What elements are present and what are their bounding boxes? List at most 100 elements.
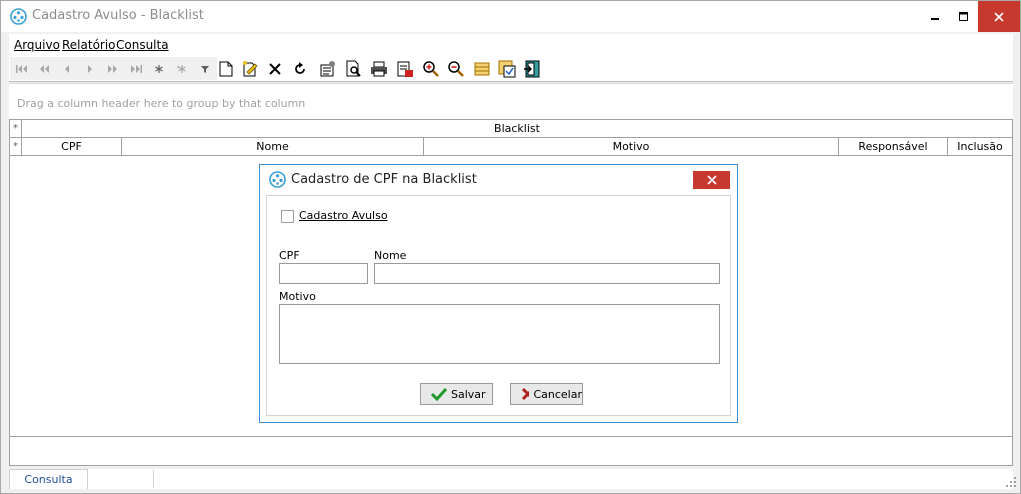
close-icon <box>994 11 1004 22</box>
cpf-label: CPF <box>279 249 300 262</box>
refresh-icon <box>295 62 305 74</box>
menu-consulta-label: Consulta <box>116 38 169 52</box>
resize-grip-icon[interactable] <box>1005 476 1017 488</box>
edit-button[interactable] <box>240 59 260 79</box>
footer-panel <box>9 437 1013 466</box>
column-header-inclusao[interactable]: Inclusão <box>948 138 1012 155</box>
main-window: Cadastro Avulso - Blacklist Arquivo Rela… <box>0 0 1021 494</box>
window-title: Cadastro Avulso - Blacklist <box>32 8 204 23</box>
group-by-panel[interactable]: Drag a column header here to group by th… <box>9 83 1013 119</box>
export-button[interactable] <box>395 59 415 79</box>
asterisk-icon <box>155 65 163 73</box>
menu-relatorio-label: Relatório <box>62 38 116 52</box>
next-page-button[interactable] <box>103 59 123 79</box>
close-icon <box>706 175 717 185</box>
select-columns-button[interactable] <box>497 59 517 79</box>
column-header-responsavel[interactable]: Responsável <box>839 138 948 155</box>
prior-page-button[interactable] <box>34 59 54 79</box>
filter-icon <box>201 66 209 73</box>
exit-door-icon <box>524 60 540 78</box>
properties-button[interactable] <box>318 59 338 79</box>
insert-record-button[interactable] <box>149 59 169 79</box>
toolbar <box>9 56 1013 81</box>
next-page-icon <box>108 65 117 73</box>
column-indicator-icon[interactable]: * <box>10 138 22 155</box>
motivo-label: Motivo <box>279 290 316 303</box>
motivo-textarea[interactable] <box>279 304 720 364</box>
dialog-app-icon <box>269 171 286 188</box>
menu-bar: Arquivo Relatório Consulta <box>9 34 1013 56</box>
dialog-title: Cadastro de CPF na Blacklist <box>291 172 477 187</box>
printer-icon <box>371 61 387 77</box>
menu-arquivo-label: Arquivo <box>14 38 60 52</box>
app-icon <box>10 8 27 25</box>
last-record-icon <box>131 65 142 73</box>
dialog-body: Cadastro Avulso CPF Nome Motivo Salvar C… <box>266 195 731 416</box>
zoom-out-button[interactable] <box>446 59 466 79</box>
nome-label: Nome <box>374 249 407 262</box>
band-indicator-icon[interactable]: * <box>10 120 22 137</box>
band-header-row: * Blacklist <box>10 120 1012 138</box>
maximize-button[interactable] <box>949 1 978 32</box>
table-icon <box>474 62 490 76</box>
cadastro-avulso-checkbox[interactable] <box>281 210 294 223</box>
group-by-hint: Drag a column header here to group by th… <box>17 97 306 110</box>
first-record-button[interactable] <box>12 59 32 79</box>
filter-button[interactable] <box>195 59 215 79</box>
next-record-icon <box>88 65 92 73</box>
tab-consulta[interactable]: Consulta <box>9 469 88 489</box>
preview-button[interactable] <box>344 59 364 79</box>
checkmark-icon <box>431 387 447 401</box>
properties-icon <box>320 61 335 77</box>
delete-button[interactable] <box>265 59 285 79</box>
print-button[interactable] <box>369 59 389 79</box>
last-record-button[interactable] <box>126 59 146 79</box>
first-record-icon <box>16 65 27 73</box>
column-header-cpf[interactable]: CPF <box>22 138 122 155</box>
cancel-x-icon <box>521 387 530 401</box>
new-document-icon <box>219 61 233 77</box>
columns-icon <box>498 60 516 78</box>
column-header-motivo[interactable]: Motivo <box>424 138 839 155</box>
cadastro-avulso-label[interactable]: Cadastro Avulso <box>299 209 388 222</box>
cancel-button-label: Cancelar <box>533 387 582 401</box>
next-record-button[interactable] <box>80 59 100 79</box>
column-header-nome[interactable]: Nome <box>122 138 424 155</box>
menu-arquivo[interactable]: Arquivo <box>14 38 60 52</box>
print-preview-icon <box>346 60 361 77</box>
tab-strip: Consulta <box>9 469 1013 489</box>
nome-field[interactable] <box>374 263 720 284</box>
maximize-icon <box>958 11 968 21</box>
blacklist-dialog: Cadastro de CPF na Blacklist Cadastro Av… <box>259 164 738 423</box>
save-button[interactable]: Salvar <box>420 383 493 405</box>
band-header[interactable]: Blacklist <box>22 120 1012 137</box>
prior-record-icon <box>65 65 69 73</box>
edit-document-icon <box>243 61 258 77</box>
refresh-button[interactable] <box>290 59 310 79</box>
toolbar-separator <box>9 81 1013 82</box>
zoom-in-button[interactable] <box>421 59 441 79</box>
cancel-button[interactable]: Cancelar <box>510 383 583 405</box>
menu-consulta[interactable]: Consulta <box>116 38 169 52</box>
append-asterisk-icon <box>177 65 186 73</box>
grid-options-button[interactable] <box>472 59 492 79</box>
cpf-field[interactable] <box>279 263 368 284</box>
new-button[interactable] <box>216 59 236 79</box>
prior-page-icon <box>40 65 49 73</box>
menu-relatorio[interactable]: Relatório <box>62 38 116 52</box>
minimize-icon <box>930 17 939 20</box>
column-header-row: * CPF Nome Motivo Responsável Inclusão <box>10 138 1012 156</box>
close-window-button[interactable] <box>978 1 1020 32</box>
title-bar: Cadastro Avulso - Blacklist <box>1 1 1020 32</box>
prior-record-button[interactable] <box>57 59 77 79</box>
zoom-in-icon <box>423 61 439 77</box>
minimize-button[interactable] <box>921 1 950 32</box>
zoom-out-icon <box>448 61 464 77</box>
append-record-button[interactable] <box>172 59 192 79</box>
tab-separator <box>153 470 154 488</box>
dialog-close-button[interactable] <box>693 171 730 189</box>
export-icon <box>397 61 413 77</box>
delete-x-icon <box>269 63 281 75</box>
exit-button[interactable] <box>522 59 542 79</box>
save-button-label: Salvar <box>451 387 486 401</box>
